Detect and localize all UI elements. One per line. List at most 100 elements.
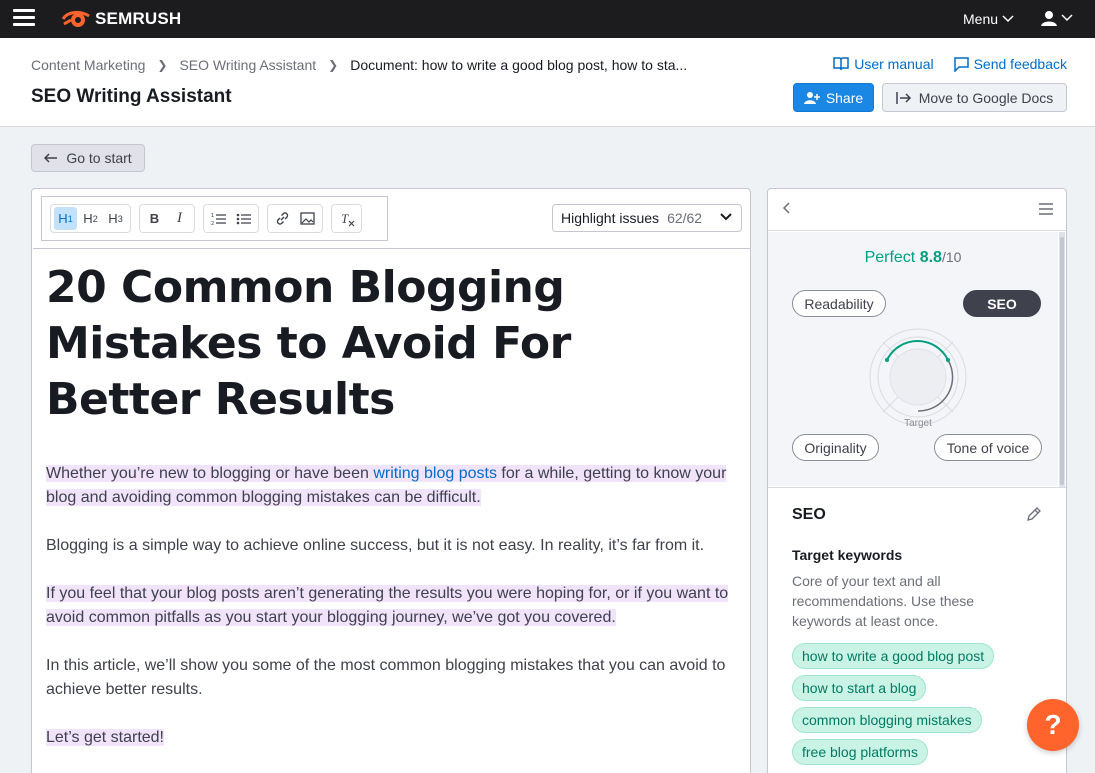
svg-text:T: T: [341, 211, 349, 226]
score-label: Perfect: [864, 249, 916, 266]
semrush-logo[interactable]: SEMRUSH: [61, 8, 181, 30]
score-value: 8.8: [919, 249, 942, 266]
insert-image-button[interactable]: [296, 207, 319, 230]
keyword-chip[interactable]: common blogging mistakes: [792, 707, 982, 733]
italic-button[interactable]: I: [168, 207, 191, 230]
help-button[interactable]: ?: [1027, 699, 1079, 751]
recommendations-panel: Perfect 8.8/10 Readability SEO Originali…: [767, 188, 1067, 773]
keyword-list: how to write a good blog post how to sta…: [792, 643, 1042, 765]
page-header: Content Marketing ❯ SEO Writing Assistan…: [0, 38, 1095, 127]
insert-group: [267, 204, 323, 233]
document-heading[interactable]: 20 Common Blogging Mistakes to Avoid For…: [46, 260, 726, 428]
keyword-chip[interactable]: how to start a blog: [792, 675, 927, 701]
heading-group: H1 H2 H3: [50, 204, 131, 233]
bullet-list-button[interactable]: [232, 207, 255, 230]
chevron-right-icon: ❯: [157, 58, 168, 72]
share-button[interactable]: Share: [793, 83, 874, 112]
menu-label: Menu: [963, 11, 999, 27]
paragraph-2[interactable]: Blogging is a simple way to achieve onli…: [46, 534, 736, 558]
book-icon: [833, 57, 849, 71]
arrow-left-icon: [44, 153, 58, 163]
chevron-down-icon: [1061, 14, 1073, 22]
highlight-issues-dropdown[interactable]: Highlight issues 62/62: [552, 204, 742, 232]
clear-format-icon: T: [341, 211, 354, 226]
chevron-left-icon[interactable]: [782, 201, 792, 215]
heading-1-button[interactable]: H1: [54, 207, 77, 230]
document-editor[interactable]: 20 Common Blogging Mistakes to Avoid For…: [33, 248, 750, 773]
hamburger-icon[interactable]: [1038, 203, 1054, 215]
editor-card: H1 H2 H3 B I 12 T Highlight issues 62/62…: [31, 188, 751, 773]
move-to-google-docs-button[interactable]: Move to Google Docs: [882, 83, 1067, 112]
highlighted-text[interactable]: Let’s get started!: [46, 729, 164, 746]
insert-link-button[interactable]: [271, 207, 294, 230]
heading-3-button[interactable]: H3: [104, 207, 127, 230]
image-icon: [300, 212, 315, 225]
overall-score: Perfect 8.8/10: [768, 249, 1058, 267]
keyword-chip[interactable]: how to write a good blog post: [792, 643, 995, 669]
ordered-list-button[interactable]: 12: [207, 207, 230, 230]
user-icon: [1041, 11, 1057, 26]
header-links: User manual Send feedback: [833, 56, 1067, 72]
send-feedback-label: Send feedback: [973, 56, 1067, 72]
go-to-start-button[interactable]: Go to start: [31, 144, 145, 172]
keyword-chip[interactable]: free blog platforms: [792, 739, 928, 765]
breadcrumb-seo-writing-assistant[interactable]: SEO Writing Assistant: [179, 57, 316, 73]
chevron-down-icon: [1002, 15, 1014, 23]
highlight-issues-label: Highlight issues: [561, 210, 660, 226]
score-max: /10: [941, 249, 962, 265]
user-manual-link[interactable]: User manual: [833, 56, 934, 72]
writing-blog-posts-link[interactable]: writing blog posts: [373, 465, 497, 482]
share-label: Share: [825, 89, 864, 106]
hamburger-menu-icon[interactable]: [13, 9, 35, 27]
clear-format-group: T: [331, 204, 362, 233]
bullet-list-icon: [236, 213, 251, 224]
top-navigation-bar: SEMRUSH Menu: [0, 0, 1095, 38]
panel-header: [768, 189, 1066, 231]
brand-name: SEMRUSH: [95, 9, 182, 28]
move-to-google-docs-label: Move to Google Docs: [918, 89, 1054, 106]
paragraph-3[interactable]: If you feel that your blog posts aren’t …: [46, 582, 736, 630]
paragraph-4[interactable]: In this article, we’ll show you some of …: [46, 654, 736, 702]
clear-formatting-button[interactable]: T: [335, 207, 358, 230]
ordered-list-icon: 12: [211, 213, 226, 226]
target-keywords-description: Core of your text and all recommendation…: [792, 573, 975, 629]
pencil-icon[interactable]: [1026, 506, 1042, 522]
export-icon: [895, 91, 911, 104]
text-style-group: B I: [139, 204, 195, 233]
svg-text:1: 1: [211, 213, 214, 219]
link-icon: [276, 212, 289, 225]
page-title: SEO Writing Assistant: [31, 86, 232, 107]
readability-pill[interactable]: Readability: [792, 290, 886, 317]
breadcrumb-content-marketing[interactable]: Content Marketing: [31, 57, 145, 73]
target-label: Target: [904, 418, 932, 429]
svg-text:2: 2: [211, 221, 214, 226]
panel-scrollbar-thumb[interactable]: [1060, 237, 1064, 485]
menu-button[interactable]: Menu: [963, 11, 1014, 27]
go-to-start-label: Go to start: [66, 150, 132, 166]
paragraph-1[interactable]: Whether you’re new to blogging or have b…: [46, 462, 736, 510]
breadcrumb-document: Document: how to write a good blog post,…: [350, 57, 688, 73]
user-menu-button[interactable]: [1041, 10, 1073, 26]
send-feedback-link[interactable]: Send feedback: [953, 56, 1067, 72]
chevron-right-icon: ❯: [328, 58, 339, 72]
score-radar-chart: [869, 328, 967, 426]
heading-2-button[interactable]: H2: [79, 207, 102, 230]
add-user-icon: [803, 91, 820, 104]
user-manual-label: User manual: [854, 56, 934, 72]
semrush-flame-icon: [61, 10, 90, 27]
list-group: 12: [203, 204, 259, 233]
paragraph-5[interactable]: Let’s get started!: [46, 726, 736, 750]
originality-pill[interactable]: Originality: [792, 434, 879, 461]
target-keywords-title: Target keywords: [792, 547, 903, 563]
chevron-down-icon: [720, 213, 732, 221]
highlighted-text[interactable]: If you feel that your blog posts aren’t …: [46, 585, 729, 626]
bold-button[interactable]: B: [143, 207, 166, 230]
seo-pill[interactable]: SEO: [963, 290, 1041, 317]
tone-of-voice-pill[interactable]: Tone of voice: [934, 434, 1042, 461]
highlight-issues-count: 62/62: [667, 210, 703, 226]
formatting-toolbar: H1 H2 H3 B I 12 T: [41, 196, 388, 241]
breadcrumb: Content Marketing ❯ SEO Writing Assistan…: [31, 57, 687, 73]
highlighted-text[interactable]: Whether you’re new to blogging or have b…: [46, 465, 374, 482]
chat-bubble-icon: [953, 56, 969, 72]
seo-section: SEO Target keywords Core of your text an…: [768, 487, 1066, 773]
